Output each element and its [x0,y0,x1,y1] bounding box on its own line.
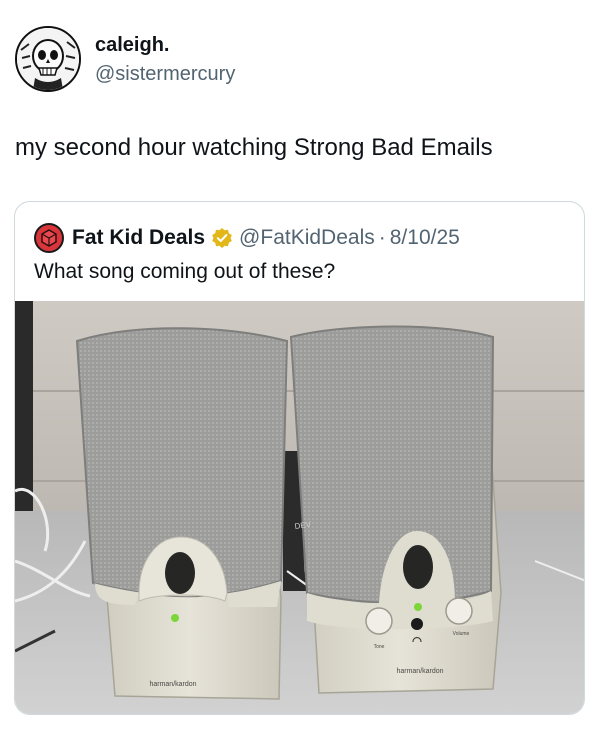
quoted-author-name[interactable]: Fat Kid Deals [72,226,205,250]
tweet-author[interactable]: caleigh. @sistermercury [15,26,575,96]
quoted-tweet-date[interactable]: 8/10/25 [390,226,460,250]
verified-badge-icon [212,228,232,248]
separator-dot: · [378,226,386,249]
knob-label-tone: Tone [374,644,385,650]
brand-label-right: harman/kardon [396,668,443,675]
tweet: caleigh. @sistermercury my second hour w… [0,0,599,744]
knob-label-volume: Volume [453,631,470,637]
brand-label-left: harman/kardon [149,681,196,688]
quoted-author-handle[interactable]: @FatKidDeals [239,226,375,250]
quoted-tweet-card[interactable]: Fat Kid Deals @FatKidDeals · 8/10/25 Wha… [14,201,585,715]
author-handle[interactable]: @sistermercury [95,63,235,86]
red-cube-avatar-icon[interactable] [34,223,64,253]
right-speaker: Tone Volume harman/kardon [289,325,502,694]
tweet-text: my second hour watching Strong Bad Email… [15,134,493,161]
skeleton-avatar-icon[interactable] [15,26,81,92]
author-name[interactable]: caleigh. [95,34,169,57]
quoted-tweet-text: What song coming out of these? [34,260,336,283]
speakers-photo[interactable]: harman/kardon Tone Volume harman/kardon [15,301,584,714]
quoted-tweet-header: Fat Kid Deals @FatKidDeals · 8/10/25 [34,223,574,253]
